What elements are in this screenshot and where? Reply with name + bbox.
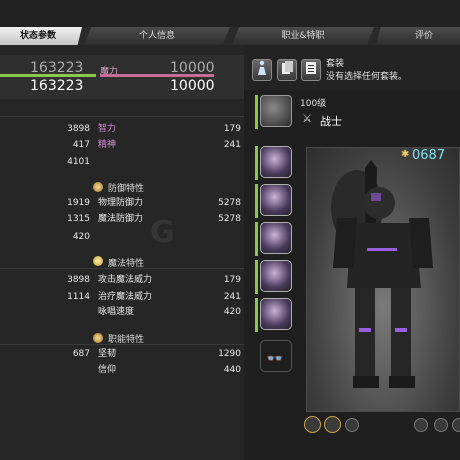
attribute-row: 687 坚韧 1290 [0,347,244,361]
gearset-title: 套装 [326,59,345,69]
attribute-value: 241 [223,140,241,150]
item-level: 0687 [412,148,446,163]
role-icon [93,333,103,343]
section-title-defense: 防御特性 [108,184,145,194]
attribute-value: 179 [223,275,241,285]
attribute-value: 1315 [67,214,90,224]
weapon-toggle-button[interactable] [304,416,321,433]
attribute-value: 3898 [67,275,90,285]
attribute-value: 440 [223,365,241,375]
attribute-row: 417 精神 241 [0,138,244,152]
attribute-value: 1290 [218,349,241,359]
attribute-value: 3898 [67,124,90,134]
attribute-value: 417 [72,140,90,150]
condition-bar [255,95,258,129]
attribute-row: 3898 攻击魔法威力 179 [0,273,244,287]
condition-bar [255,184,258,218]
attribute-label: 智力 [98,124,117,134]
body-slot[interactable] [260,184,292,216]
gearset-description: 没有选择任何套装。 [326,72,408,82]
attribute-label: 咏唱速度 [98,307,135,317]
mp-current: 10000 [170,60,215,76]
list-icon[interactable] [301,59,321,81]
attribute-row: 咏唱速度 420 [0,305,244,319]
attribute-row: 1919 物理防御力 5278 [0,196,244,210]
defense-icon [93,182,103,192]
hands-slot[interactable] [260,222,292,254]
hp-current: 163223 [30,60,84,76]
divider [0,268,244,269]
tab-attributes[interactable]: 状态参数 [0,27,82,45]
attribute-label: 物理防御力 [98,198,144,208]
attribute-row: 1315 魔法防御力 5278 [0,212,244,226]
settings-button[interactable] [452,418,460,432]
attribute-value: 1919 [67,198,90,208]
rotate-button[interactable] [414,418,428,432]
job-level: 100级 [300,99,327,109]
eye-icon[interactable] [434,418,448,432]
tab-evaluation[interactable]: 评价 [376,27,460,45]
attribute-value: 179 [223,124,241,134]
attribute-label: 坚韧 [98,349,117,359]
attribute-label: 信仰 [98,365,117,375]
top-strip [0,0,460,27]
tab-bar: 状态参数 个人信息 职业&特职 评价 [0,27,460,45]
hp-max: 163223 [30,78,84,94]
attribute-value: 241 [223,292,241,302]
mp-max: 10000 [170,78,215,94]
head-slot[interactable] [260,146,292,178]
magic-icon [93,256,103,266]
legs-slot[interactable] [260,260,292,292]
star-icon: ✱ [401,149,410,160]
attribute-row: 1114 治疗魔法威力 241 [0,290,244,304]
divider [0,344,244,345]
attribute-row: 4101 [0,155,244,169]
weapon-icon[interactable] [260,95,292,127]
equip-icon[interactable] [252,59,272,81]
attribute-label: 治疗魔法威力 [98,292,153,302]
attribute-label: 魔法防御力 [98,214,144,224]
glasses-icon: 👓 [266,351,284,367]
attribute-row: 3898 智力 179 [0,122,244,136]
visor-toggle-button[interactable] [345,418,359,432]
attribute-value: 4101 [67,157,90,167]
condition-bar [255,146,258,180]
attribute-label: 攻击魔法威力 [98,275,153,285]
character-model[interactable] [306,147,460,412]
attribute-value: 5278 [218,214,241,224]
headgear-toggle-button[interactable] [324,416,341,433]
feet-slot[interactable] [260,298,292,330]
attribute-row: 420 [0,230,244,244]
warrior-job-icon: ⚔ [302,112,312,125]
attribute-value: 5278 [218,198,241,208]
divider [0,116,244,117]
attribute-row: 信仰 440 [0,363,244,377]
condition-bar [255,260,258,294]
attribute-label: 精神 [98,140,117,150]
cards-icon[interactable] [277,59,297,81]
attribute-value: 687 [72,349,90,359]
attribute-value: 420 [72,232,90,242]
attribute-value: 1114 [67,292,90,302]
condition-bar [255,222,258,256]
attribute-value: 420 [223,307,241,317]
tab-profile[interactable]: 个人信息 [84,27,230,45]
job-name: 战士 [320,115,342,128]
condition-bar [255,298,258,332]
attributes-panel [0,45,244,460]
tab-classes[interactable]: 职业&特职 [232,27,374,45]
